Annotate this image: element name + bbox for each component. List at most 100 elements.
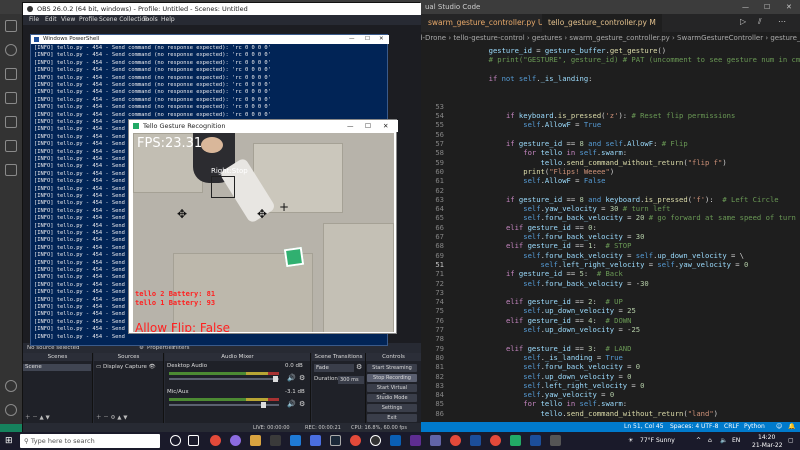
move-down-icon[interactable]: ▼	[46, 415, 50, 421]
taskbar-search[interactable]: ⚲ Type here to search	[20, 434, 160, 448]
settings-gear-icon[interactable]	[5, 404, 17, 416]
stop-recording-button[interactable]: Stop Recording	[367, 374, 417, 382]
exit-button[interactable]: Exit	[367, 414, 417, 422]
ps-minimize-icon[interactable]: —	[349, 35, 355, 44]
account-icon[interactable]	[5, 380, 17, 392]
onenote-icon[interactable]	[410, 435, 421, 446]
tello-close-icon[interactable]: ✕	[383, 120, 388, 132]
remote-indicator[interactable]	[0, 424, 22, 432]
run-icon[interactable]: ▷	[740, 17, 746, 26]
mixer-gear-icon[interactable]: ⚙	[299, 374, 305, 382]
scene-item[interactable]: Scene	[23, 364, 91, 371]
zoom-icon[interactable]	[310, 435, 321, 446]
code-editor[interactable]: gesture_id = gesture_buffer.get_gesture(…	[418, 44, 800, 422]
feedback-icon[interactable]: ☺	[776, 422, 782, 432]
python-window-icon[interactable]	[510, 435, 521, 446]
remove-scene-icon[interactable]: －	[32, 415, 38, 421]
test-icon[interactable]	[5, 164, 17, 176]
remote-icon[interactable]	[5, 140, 17, 152]
terminal-icon[interactable]	[270, 435, 281, 446]
code-line[interactable]: # print("GESTURE", gesture_id) # PAT (un…	[418, 55, 800, 66]
encoding[interactable]: UTF-8	[701, 422, 719, 432]
weather-text[interactable]: 77°F Sunny	[640, 437, 675, 444]
menu-profile[interactable]: Profile	[79, 15, 98, 25]
tello-minimize-icon[interactable]: —	[347, 120, 354, 132]
chrome-4-icon[interactable]	[490, 435, 501, 446]
eol[interactable]: CRLF	[724, 422, 739, 432]
close-icon[interactable]: ✕	[786, 0, 792, 14]
menu-scene-collection[interactable]: Scene Collection	[99, 15, 149, 25]
extensions-icon[interactable]	[5, 116, 17, 128]
powershell-2-icon[interactable]	[530, 435, 541, 446]
language-mode[interactable]: Python	[744, 422, 765, 432]
start-icon[interactable]: ⊞	[5, 436, 13, 446]
settings-button[interactable]: Settings	[367, 404, 417, 412]
code-line[interactable]: 86 tello.send_command_without_return("la…	[418, 409, 718, 420]
steam-icon[interactable]	[330, 435, 341, 446]
powershell-taskbar-icon[interactable]	[470, 435, 481, 446]
python-app-icon[interactable]	[550, 435, 561, 446]
file-explorer-icon[interactable]	[250, 435, 261, 446]
run-debug-icon[interactable]	[5, 92, 17, 104]
discord-icon[interactable]	[230, 435, 241, 446]
tray-chevron-icon[interactable]: ^	[696, 437, 701, 444]
source-down-icon[interactable]: ▼	[123, 415, 127, 421]
source-up-icon[interactable]: ▲	[117, 415, 121, 421]
eye-icon[interactable]: 👁	[149, 364, 156, 370]
mic-gear-icon[interactable]: ⚙	[299, 400, 305, 408]
search-icon[interactable]	[5, 44, 17, 56]
speaker-icon[interactable]: 🔊	[287, 374, 296, 382]
ps-maximize-icon[interactable]: ☐	[365, 35, 370, 44]
task-view-icon[interactable]	[188, 435, 199, 446]
desktop-audio-slider-handle[interactable]	[273, 376, 278, 382]
obs-taskbar-icon[interactable]	[370, 435, 381, 446]
teams-icon[interactable]	[430, 435, 441, 446]
network-icon[interactable]: ⌂	[708, 437, 712, 444]
source-item[interactable]: ▭ Display Capture 👁	[96, 364, 156, 371]
menu-file[interactable]: File	[29, 15, 39, 25]
maximize-icon[interactable]: ☐	[764, 0, 770, 14]
duration-input[interactable]: 300 ms	[338, 376, 364, 384]
indent-setting[interactable]: Spaces: 4	[670, 422, 699, 432]
menu-edit[interactable]: Edit	[45, 15, 57, 25]
vscode-taskbar-icon[interactable]	[290, 435, 301, 446]
start-streaming-button[interactable]: Start Streaming	[367, 364, 417, 372]
menu-view[interactable]: View	[61, 15, 75, 25]
remove-source-icon[interactable]: －	[103, 415, 109, 421]
volume-icon[interactable]: 🔈	[720, 437, 727, 444]
more-actions-icon[interactable]: ⋯	[778, 17, 786, 26]
add-scene-icon[interactable]: ＋	[25, 415, 31, 421]
ps-close-icon[interactable]: ✕	[379, 35, 384, 44]
notifications-icon[interactable]: 🔔	[788, 422, 795, 432]
add-source-icon[interactable]: ＋	[96, 415, 102, 421]
transition-gear-icon[interactable]: ⚙	[356, 363, 362, 371]
source-control-icon[interactable]	[5, 68, 17, 80]
desktop-audio-slider[interactable]	[169, 378, 279, 380]
mic-speaker-icon[interactable]: 🔊	[287, 400, 296, 408]
studio-mode-button[interactable]: Studio Mode	[367, 394, 417, 402]
notification-center-icon[interactable]: ▢	[788, 437, 794, 444]
tab-swarm-gesture-controller[interactable]: swarm_gesture_controller.py U	[422, 14, 549, 32]
breadcrumb[interactable]: d-Drone › tello-gesture-control › gestur…	[418, 32, 800, 44]
source-gear-icon[interactable]: ⚙	[111, 415, 116, 421]
cortana-icon[interactable]	[170, 435, 181, 446]
language-icon[interactable]: EN	[732, 437, 740, 444]
tab-tello-gesture-controller[interactable]: tello_gesture_controller.py M	[542, 14, 662, 32]
minimize-icon[interactable]: —	[742, 0, 749, 14]
menu-tools[interactable]: Tools	[143, 15, 158, 25]
transition-select[interactable]: Fade	[314, 364, 354, 372]
clock-date[interactable]: 21-Mar-22	[752, 442, 783, 449]
chrome-3-icon[interactable]	[450, 435, 461, 446]
outlook-icon[interactable]	[390, 435, 401, 446]
explorer-icon[interactable]	[5, 20, 17, 32]
tello-maximize-icon[interactable]: ☐	[365, 120, 371, 132]
chrome-icon[interactable]	[210, 435, 221, 446]
split-editor-icon[interactable]: ⫽	[758, 17, 762, 27]
clock-time[interactable]: 14:20	[758, 434, 775, 441]
cursor-position[interactable]: Ln 51, Col 45	[624, 422, 664, 432]
mic-slider-handle[interactable]	[261, 402, 266, 408]
menu-help[interactable]: Help	[161, 15, 175, 25]
chrome-2-icon[interactable]	[350, 435, 361, 446]
move-up-icon[interactable]: ▲	[40, 415, 44, 421]
start-virtual-camera-button[interactable]: Start Virtual Camera	[367, 384, 417, 399]
